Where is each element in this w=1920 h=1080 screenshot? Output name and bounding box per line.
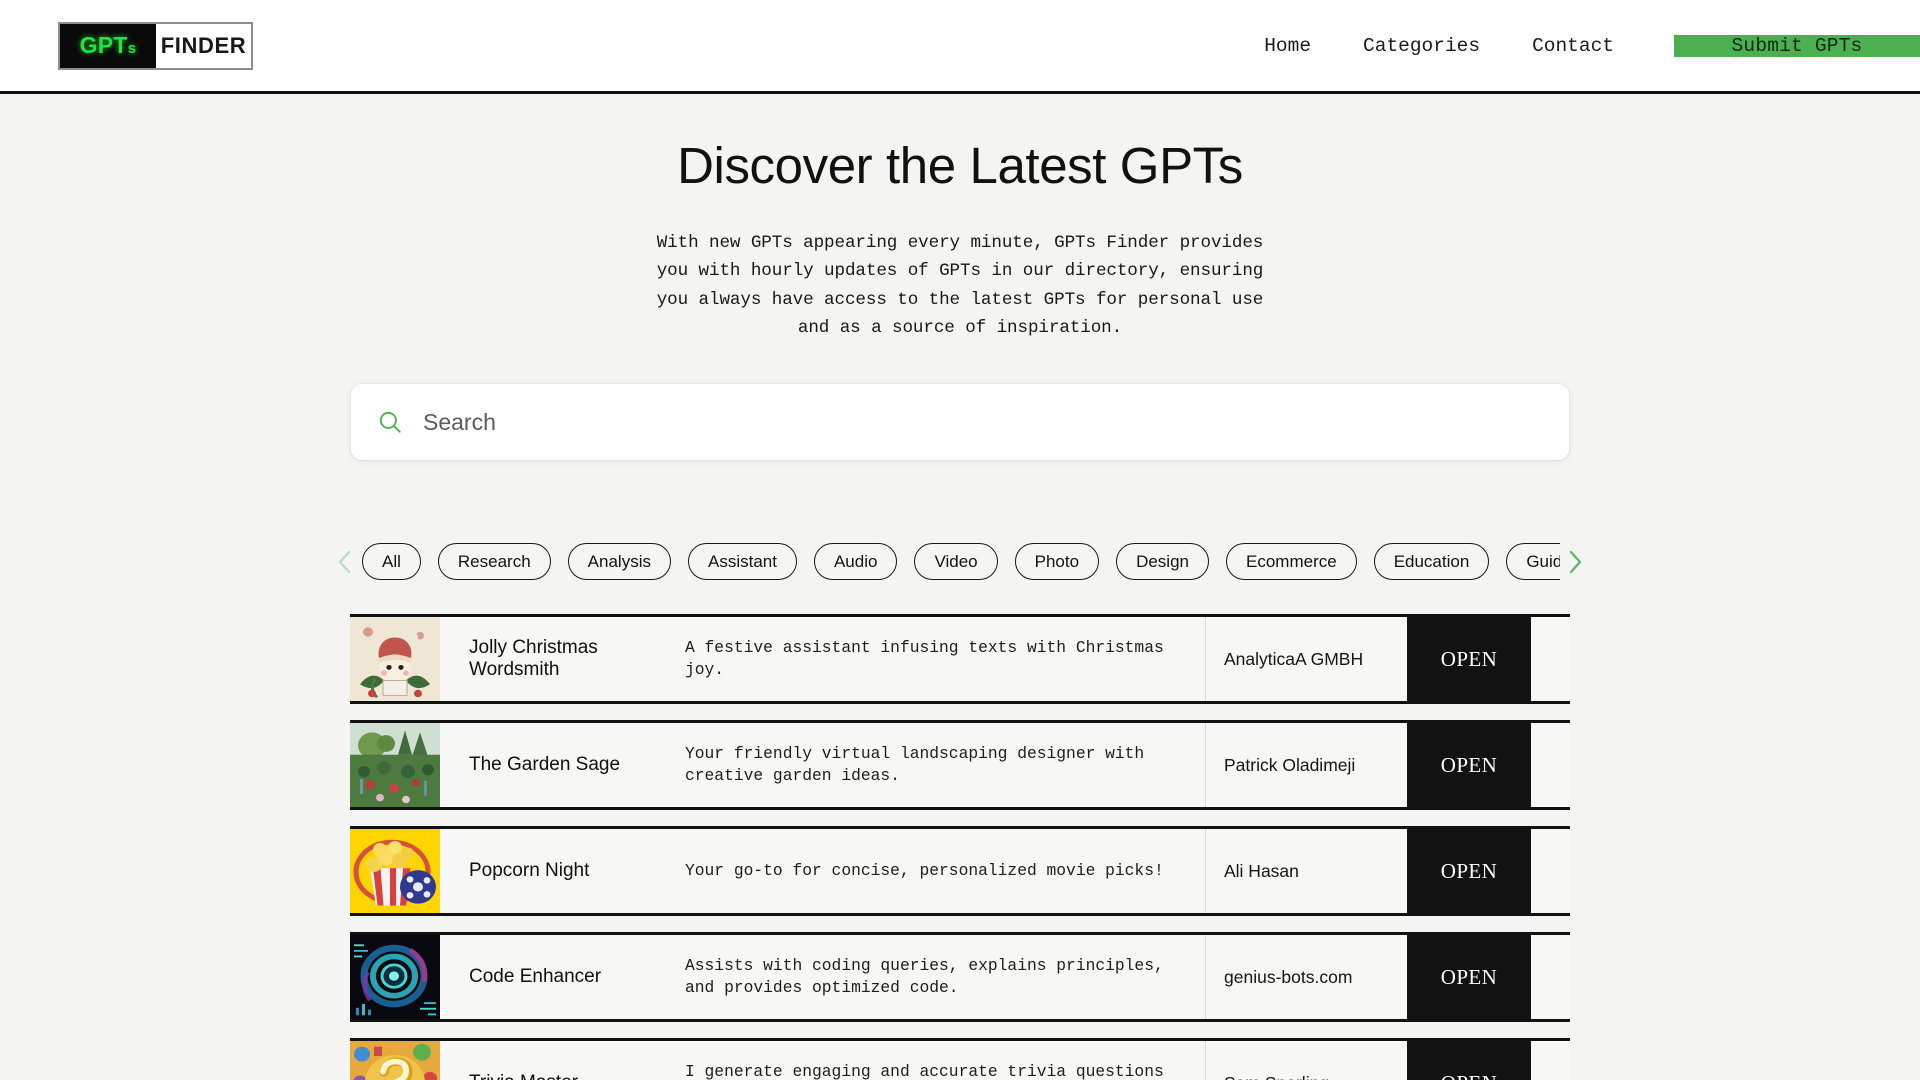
nav-item-contact[interactable]: Contact (1506, 35, 1640, 57)
search-section (351, 384, 1569, 461)
open-button[interactable]: OPEN (1407, 723, 1531, 808)
category-pill-video[interactable]: Video (914, 543, 998, 581)
gpt-author: AnalyticaA GMBH (1205, 617, 1407, 702)
page-title: Discover the Latest GPTs (677, 137, 1243, 194)
category-pill-design[interactable]: Design (1116, 543, 1209, 581)
table-row[interactable]: Popcorn Night Your go-to for concise, pe… (350, 826, 1570, 917)
search-input[interactable] (423, 384, 1543, 461)
gpt-author: Patrick Oladimeji (1205, 723, 1407, 808)
logo-dark-panel: GPTs (60, 23, 156, 68)
code-abstract-thumbnail (350, 935, 440, 1020)
logo-light-panel: FINDER (156, 23, 251, 68)
open-button[interactable]: OPEN (1407, 617, 1531, 702)
gpt-description: Assists with coding queries, explains pr… (685, 955, 1164, 998)
table-row[interactable]: Code Enhancer Assists with coding querie… (350, 932, 1570, 1023)
nav-item-categories[interactable]: Categories (1337, 35, 1506, 57)
christmas-elf-thumbnail (350, 617, 440, 702)
category-pill-photo[interactable]: Photo (1014, 543, 1100, 581)
category-pill-audio[interactable]: Audio (813, 543, 898, 581)
gpt-author: genius-bots.com (1205, 935, 1407, 1020)
site-header: GPTs FINDER Home Categories Contact Subm… (0, 0, 1920, 94)
category-pill-ecommerce[interactable]: Ecommerce (1226, 543, 1357, 581)
nav-item-home[interactable]: Home (1238, 35, 1337, 57)
gpt-title: Code Enhancer (469, 966, 602, 988)
category-next-button[interactable] (1560, 547, 1590, 577)
gpt-title: Popcorn Night (469, 860, 590, 882)
category-filter-bar: All Research Analysis Assistant Audio Vi… (330, 539, 1590, 584)
gpt-description: Your friendly virtual landscaping design… (685, 743, 1145, 786)
search-box[interactable] (351, 384, 1569, 461)
category-prev-button[interactable] (330, 547, 360, 577)
gpt-author: Ali Hasan (1205, 829, 1407, 914)
logo-box: GPTs FINDER (58, 21, 253, 70)
hero-section: Discover the Latest GPTs With new GPTs a… (0, 94, 1920, 342)
category-pill-education[interactable]: Education (1373, 543, 1490, 581)
category-pill-assistant[interactable]: Assistant (687, 543, 797, 581)
category-pill-analysis[interactable]: Analysis (567, 543, 671, 581)
table-row[interactable]: Jolly Christmas Wordsmith A festive assi… (350, 614, 1570, 705)
chevron-right-icon (1569, 550, 1582, 574)
gpt-title: Jolly Christmas Wordsmith (469, 637, 598, 681)
category-pill-list[interactable]: All Research Analysis Assistant Audio Vi… (360, 539, 1560, 584)
category-pill-all[interactable]: All (362, 543, 421, 581)
category-pill-research[interactable]: Research (437, 543, 551, 581)
main-nav: Home Categories Contact Submit GPTs (1238, 0, 1920, 91)
popcorn-thumbnail (350, 829, 440, 914)
search-icon (377, 409, 403, 435)
category-pill-guide[interactable]: Guide (1506, 543, 1560, 581)
gpt-title: The Garden Sage (469, 754, 621, 776)
trivia-question-thumbnail (350, 1041, 440, 1080)
open-button[interactable]: OPEN (1407, 829, 1531, 914)
gpt-description: Your go-to for concise, personalized mov… (685, 861, 1164, 881)
logo-secondary-text: FINDER (160, 32, 247, 58)
gpt-list: Jolly Christmas Wordsmith A festive assi… (350, 614, 1570, 1080)
logo[interactable]: GPTs FINDER (0, 0, 253, 91)
table-row[interactable]: Trivia Master I generate engaging and ac… (350, 1038, 1570, 1080)
table-row[interactable]: The Garden Sage Your friendly virtual la… (350, 720, 1570, 811)
gpt-description: I generate engaging and accurate trivia … (685, 1061, 1164, 1080)
garden-thumbnail (350, 723, 440, 808)
open-button[interactable]: OPEN (1407, 935, 1531, 1020)
gpt-author: Sam Sperling (1205, 1041, 1407, 1080)
gpt-description: A festive assistant infusing texts with … (685, 637, 1164, 680)
gpt-title: Trivia Master (440, 1041, 685, 1080)
submit-gpts-button[interactable]: Submit GPTs (1674, 34, 1920, 57)
logo-primary-text: GPTs (79, 32, 137, 58)
hero-subtitle: With new GPTs appearing every minute, GP… (656, 233, 1264, 339)
chevron-left-icon (338, 550, 351, 573)
open-button[interactable]: OPEN (1407, 1041, 1531, 1080)
